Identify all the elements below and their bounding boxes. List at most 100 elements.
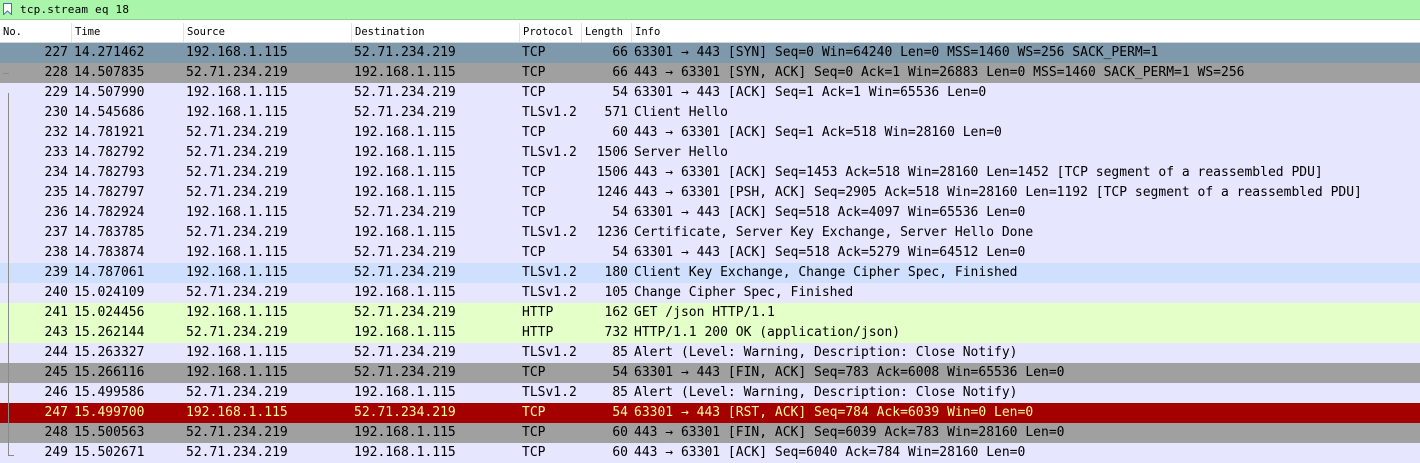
packet-length: 54 (612, 245, 628, 260)
packet-row[interactable]: 235 14.782797 52.71.234.219 192.168.1.115 TC… (0, 183, 1420, 203)
column-header-length[interactable]: Length (582, 23, 632, 42)
packet-source: 52.71.234.219 (186, 65, 288, 80)
packet-protocol: HTTP (522, 325, 554, 340)
packet-row[interactable]: 243 15.262144 52.71.234.219 192.168.1.115 HT… (0, 323, 1420, 343)
packet-source: 52.71.234.219 (186, 145, 288, 160)
packet-number: 234 (44, 165, 68, 180)
packet-info: Client Key Exchange, Change Cipher Spec,… (634, 265, 1018, 280)
packet-time: 15.262144 (74, 325, 145, 340)
display-filter-input[interactable]: tcp.stream eq 18 (20, 3, 129, 16)
packet-destination: 192.168.1.115 (354, 145, 456, 160)
packet-protocol: TCP (522, 65, 546, 80)
packet-row[interactable]: 240 15.024109 52.71.234.219 192.168.1.115 TL… (0, 283, 1420, 303)
packet-row[interactable]: 248 15.500563 52.71.234.219 192.168.1.115 TC… (0, 423, 1420, 443)
packet-protocol: TCP (522, 205, 546, 220)
packet-row[interactable]: 247 15.499700 192.168.1.115 52.71.234.219 TC… (0, 403, 1420, 423)
packet-info: 443 → 63301 [ACK] Seq=1 Ack=518 Win=2816… (634, 125, 1002, 140)
packet-time: 14.783874 (74, 245, 145, 260)
packet-row[interactable]: 249 15.502671 52.71.234.219 192.168.1.115 TC… (0, 443, 1420, 463)
packet-number: 233 (44, 145, 68, 160)
packet-protocol: TCP (522, 125, 546, 140)
column-header-destination[interactable]: Destination (352, 23, 520, 42)
packet-destination: 192.168.1.115 (354, 425, 456, 440)
column-header-protocol[interactable]: Protocol (520, 23, 582, 42)
packet-time: 15.500563 (74, 425, 145, 440)
packet-destination: 192.168.1.115 (354, 285, 456, 300)
packet-destination: 52.71.234.219 (354, 105, 456, 120)
packet-row[interactable]: 229 14.507990 192.168.1.115 52.71.234.219 TC… (0, 83, 1420, 103)
packet-row[interactable]: 246 15.499586 52.71.234.219 192.168.1.115 TL… (0, 383, 1420, 403)
packet-row[interactable]: 232 14.781921 52.71.234.219 192.168.1.115 TC… (0, 123, 1420, 143)
packet-protocol: TLSv1.2 (522, 285, 577, 300)
packet-time: 14.781921 (74, 125, 145, 140)
packet-protocol: TCP (522, 365, 546, 380)
packet-length: 66 (612, 65, 628, 80)
packet-row[interactable]: 238 14.783874 192.168.1.115 52.71.234.219 TC… (0, 243, 1420, 263)
packet-source: 52.71.234.219 (186, 385, 288, 400)
packet-row[interactable]: 227 14.271462 192.168.1.115 52.71.234.219 TC… (0, 43, 1420, 63)
column-header-source[interactable]: Source (184, 23, 352, 42)
packet-source: 192.168.1.115 (186, 105, 288, 120)
packet-info: Server Hello (634, 145, 728, 160)
packet-length: 60 (612, 445, 628, 460)
packet-info: 63301 → 443 [FIN, ACK] Seq=783 Ack=6008 … (634, 365, 1065, 380)
packet-row[interactable]: 233 14.782792 52.71.234.219 192.168.1.115 TL… (0, 143, 1420, 163)
packet-row[interactable]: 236 14.782924 192.168.1.115 52.71.234.219 TC… (0, 203, 1420, 223)
packet-time: 14.271462 (74, 45, 145, 60)
packet-row[interactable]: 237 14.783785 52.71.234.219 192.168.1.115 TL… (0, 223, 1420, 243)
packet-destination: 192.168.1.115 (354, 325, 456, 340)
packet-number: 229 (44, 85, 68, 100)
packet-row[interactable]: 230 14.545686 192.168.1.115 52.71.234.219 TL… (0, 103, 1420, 123)
packet-destination: 192.168.1.115 (354, 165, 456, 180)
packet-time: 14.782793 (74, 165, 145, 180)
packet-destination: 52.71.234.219 (354, 405, 456, 420)
packet-protocol: TCP (522, 245, 546, 260)
column-header-no[interactable]: No. (0, 23, 72, 42)
packet-source: 192.168.1.115 (186, 245, 288, 260)
packet-source: 52.71.234.219 (186, 425, 288, 440)
bookmark-icon[interactable] (3, 3, 12, 15)
packet-number: 239 (44, 265, 68, 280)
packet-info: Change Cipher Spec, Finished (634, 285, 854, 300)
packet-info: Certificate, Server Key Exchange, Server… (634, 225, 1034, 240)
packet-destination: 52.71.234.219 (354, 365, 456, 380)
packet-protocol: HTTP (522, 305, 554, 320)
packet-time: 14.782924 (74, 205, 145, 220)
packet-info: Alert (Level: Warning, Description: Clos… (634, 345, 1018, 360)
packet-number: 249 (44, 445, 68, 460)
column-header-info[interactable]: Info (632, 23, 1420, 42)
packet-number: 240 (44, 285, 68, 300)
packet-row[interactable]: 241 15.024456 192.168.1.115 52.71.234.219 HT… (0, 303, 1420, 323)
packet-destination: 52.71.234.219 (354, 245, 456, 260)
packet-length: 60 (612, 125, 628, 140)
packet-number: 244 (44, 345, 68, 360)
packet-row[interactable]: 245 15.266116 192.168.1.115 52.71.234.219 TC… (0, 363, 1420, 383)
packet-protocol: TCP (522, 85, 546, 100)
packet-row[interactable]: 228 14.507835 52.71.234.219 192.168.1.115 TC… (0, 63, 1420, 83)
display-filter-bar[interactable]: tcp.stream eq 18 (0, 0, 1420, 20)
packet-source: 52.71.234.219 (186, 445, 288, 460)
packet-protocol: TCP (522, 425, 546, 440)
packet-destination: 52.71.234.219 (354, 345, 456, 360)
packet-time: 15.024456 (74, 305, 145, 320)
packet-length: 162 (604, 305, 628, 320)
packet-protocol: TCP (522, 445, 546, 460)
packet-info: GET /json HTTP/1.1 (634, 305, 775, 320)
packet-protocol: TCP (522, 405, 546, 420)
packet-destination: 192.168.1.115 (354, 185, 456, 200)
column-header-time[interactable]: Time (72, 23, 184, 42)
packet-time: 14.507990 (74, 85, 145, 100)
packet-row[interactable]: 244 15.263327 192.168.1.115 52.71.234.219 TL… (0, 343, 1420, 363)
packet-number: 243 (44, 325, 68, 340)
packet-length: 54 (612, 85, 628, 100)
packet-row[interactable]: 239 14.787061 192.168.1.115 52.71.234.219 TL… (0, 263, 1420, 283)
packet-info: 63301 → 443 [ACK] Seq=518 Ack=5279 Win=6… (634, 245, 1026, 260)
packet-length: 571 (604, 105, 628, 120)
packet-source: 192.168.1.115 (186, 365, 288, 380)
packet-protocol: TLSv1.2 (522, 145, 577, 160)
packet-length: 180 (604, 265, 628, 280)
packet-source: 192.168.1.115 (186, 45, 288, 60)
packet-length: 1506 (596, 165, 628, 180)
packet-row[interactable]: 234 14.782793 52.71.234.219 192.168.1.115 TC… (0, 163, 1420, 183)
packet-length: 66 (612, 45, 628, 60)
